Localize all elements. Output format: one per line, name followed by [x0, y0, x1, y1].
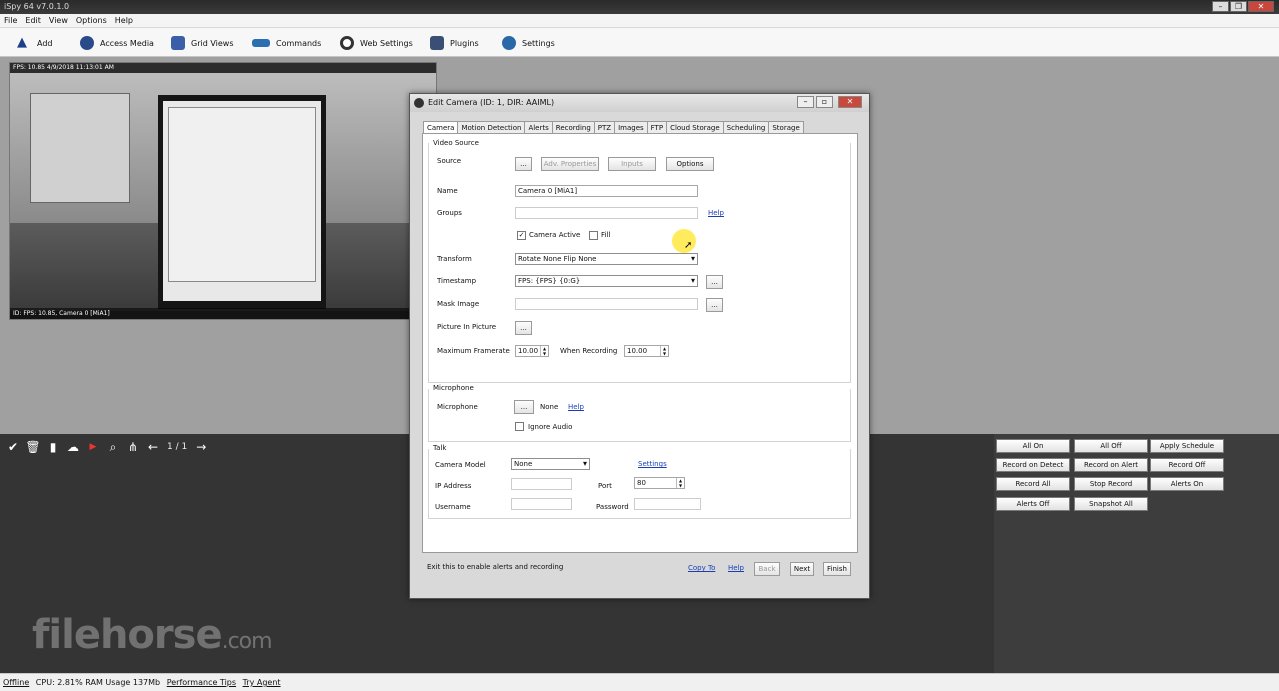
youtube-icon[interactable]: ▶: [83, 439, 103, 455]
record-off-button[interactable]: Record Off: [1150, 458, 1224, 472]
footer-hint: Exit this to enable alerts and recording: [427, 563, 564, 571]
microphone-group-border: [428, 389, 851, 442]
dialog-minimize-button[interactable]: –: [797, 96, 814, 108]
apply-schedule-button[interactable]: Apply Schedule: [1150, 439, 1224, 453]
plugins-button[interactable]: Plugins: [430, 33, 479, 53]
ip-address-label: IP Address: [435, 482, 472, 490]
microphone-help-link[interactable]: Help: [568, 403, 584, 411]
search-icon[interactable]: ⌕: [103, 439, 123, 455]
spinner-arrows-icon[interactable]: ▲ ▼: [676, 478, 684, 488]
window-titlebar: iSpy 64 v7.0.1.0 – ❐ ✕: [0, 0, 1279, 14]
dialog-title: Edit Camera (ID: 1, DIR: AAIML): [428, 98, 555, 107]
access-media-button[interactable]: Access Media: [80, 33, 154, 53]
maximize-button[interactable]: ❐: [1230, 1, 1247, 12]
camera-feed-dialog: [168, 107, 316, 282]
app-icon: [414, 98, 424, 108]
port-spinner[interactable]: 80 ▲ ▼: [634, 477, 685, 489]
record-on-alert-button[interactable]: Record on Alert: [1074, 458, 1148, 472]
settings-button[interactable]: Settings: [502, 33, 555, 53]
commands-panel: All On All Off Apply Schedule Record on …: [994, 434, 1279, 673]
cloud-upload-icon[interactable]: ☁: [63, 439, 83, 455]
mouse-cursor-icon: ➚: [684, 240, 693, 251]
window-title: iSpy 64 v7.0.1.0: [4, 2, 70, 11]
offline-link[interactable]: Offline: [3, 678, 29, 687]
alerts-on-button[interactable]: Alerts On: [1150, 477, 1224, 491]
menu-bar: File Edit View Options Help: [0, 14, 1279, 28]
camera-model-select[interactable]: None: [511, 458, 590, 470]
microphone-value: None: [540, 403, 559, 411]
share-icon[interactable]: ⋔: [123, 439, 143, 455]
delete-icon[interactable]: 🗑: [23, 439, 43, 455]
username-label: Username: [435, 503, 471, 511]
dialog-close-button[interactable]: ✕: [838, 96, 862, 108]
microphone-label: Microphone: [437, 403, 478, 411]
menu-file[interactable]: File: [0, 14, 21, 28]
dialog-maximize-button[interactable]: ▫: [816, 96, 833, 108]
ignore-audio-label: Ignore Audio: [528, 423, 573, 431]
camera-tile[interactable]: FPS: 10.85 4/9/2018 11:13:01 AM ID: FPS:…: [9, 62, 437, 320]
commands-button[interactable]: Commands: [252, 33, 321, 53]
record-on-detect-button[interactable]: Record on Detect: [996, 458, 1070, 472]
commands-icon: [252, 39, 270, 47]
talk-legend: Talk: [431, 444, 449, 452]
plugins-icon: [430, 36, 444, 50]
microphone-legend: Microphone: [431, 384, 476, 392]
media-toolbar: ✔ 🗑 ▮ ☁ ▶ ⌕ ⋔ ← 1 / 1 →: [3, 438, 211, 456]
web-settings-icon: [340, 36, 354, 50]
username-input[interactable]: [511, 498, 572, 510]
settings-icon: [502, 36, 516, 50]
all-off-button[interactable]: All Off: [1074, 439, 1148, 453]
ip-address-input[interactable]: [511, 478, 572, 490]
media-icon: [80, 36, 94, 50]
video-source-group-border: [428, 143, 851, 383]
performance-tips-link[interactable]: Performance Tips: [167, 678, 236, 687]
page-indicator: 1 / 1: [167, 442, 188, 452]
usage-text: CPU: 2.81% RAM Usage 137Mb: [35, 678, 161, 687]
check-icon[interactable]: ✔: [3, 439, 23, 455]
bookmark-icon[interactable]: ▮: [43, 439, 63, 455]
camera-model-label: Camera Model: [435, 461, 486, 469]
finish-button[interactable]: Finish: [823, 562, 851, 576]
main-toolbar: ▲ Add Access Media Grid Views Commands We…: [0, 28, 1279, 57]
password-label: Password: [596, 503, 629, 511]
password-input[interactable]: [634, 498, 701, 510]
previous-page-icon[interactable]: ←: [143, 439, 163, 455]
menu-options[interactable]: Options: [72, 14, 111, 28]
snapshot-all-button[interactable]: Snapshot All: [1074, 497, 1148, 511]
microphone-browse-button[interactable]: ...: [514, 400, 534, 414]
camera-overlay-bottom: ID: FPS: 10.85, Camera 0 [MiA1]: [10, 308, 436, 319]
menu-view[interactable]: View: [45, 14, 72, 28]
grid-views-button[interactable]: Grid Views: [171, 33, 233, 53]
menu-help[interactable]: Help: [111, 14, 137, 28]
menu-edit[interactable]: Edit: [21, 14, 45, 28]
next-button[interactable]: Next: [790, 562, 814, 576]
stop-record-button[interactable]: Stop Record: [1074, 477, 1148, 491]
ignore-audio-checkbox[interactable]: [515, 422, 524, 431]
status-bar: Offline CPU: 2.81% RAM Usage 137Mb Perfo…: [0, 673, 1279, 691]
add-icon: ▲: [17, 35, 27, 50]
close-button[interactable]: ✕: [1248, 1, 1274, 12]
minimize-button[interactable]: –: [1212, 1, 1229, 12]
try-agent-link[interactable]: Try Agent: [243, 678, 281, 687]
all-on-button[interactable]: All On: [996, 439, 1070, 453]
alerts-off-button[interactable]: Alerts Off: [996, 497, 1070, 511]
copy-to-link[interactable]: Copy To: [688, 564, 715, 572]
camera-feed-poster: [30, 93, 130, 203]
next-page-icon[interactable]: →: [191, 439, 211, 455]
back-button[interactable]: Back: [754, 562, 780, 576]
record-all-button[interactable]: Record All: [996, 477, 1070, 491]
footer-help-link[interactable]: Help: [728, 564, 744, 572]
add-button[interactable]: ▲ Add: [17, 33, 53, 53]
talk-settings-link[interactable]: Settings: [638, 460, 667, 468]
grid-icon: [171, 36, 185, 50]
dialog-titlebar: Edit Camera (ID: 1, DIR: AAIML) – ▫ ✕: [410, 94, 869, 112]
port-label: Port: [598, 482, 612, 490]
filehorse-watermark: filehorse.com: [32, 612, 273, 658]
web-settings-button[interactable]: Web Settings: [340, 33, 413, 53]
camera-overlay-top: FPS: 10.85 4/9/2018 11:13:01 AM: [13, 64, 114, 71]
